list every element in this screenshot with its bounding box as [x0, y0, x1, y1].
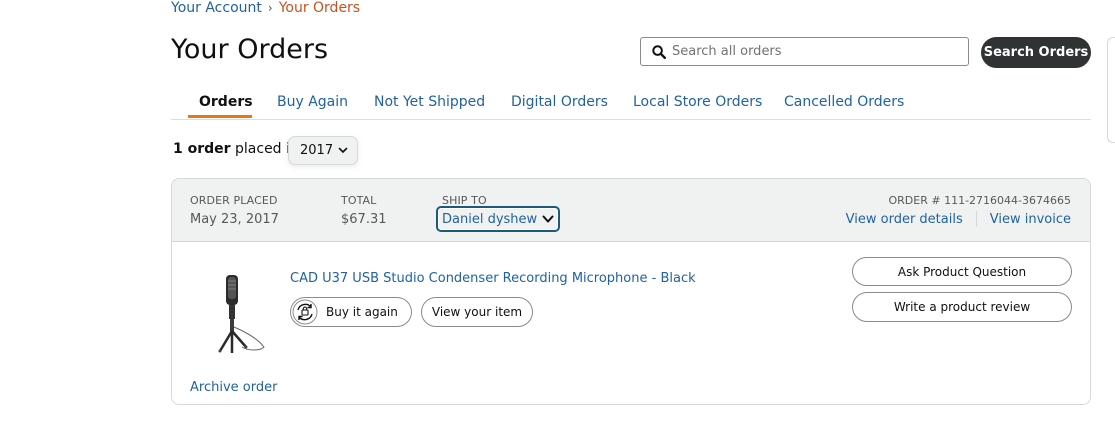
search-icon — [652, 44, 666, 59]
ship-to-name: Daniel dyshew — [442, 211, 538, 227]
view-order-details-link[interactable]: View order details — [846, 212, 963, 227]
order-total-value: $67.31 — [341, 212, 387, 227]
chevron-down-icon — [338, 145, 348, 155]
order-count: 1 order — [173, 141, 231, 157]
buy-again-icon — [292, 299, 318, 325]
ask-product-question-button[interactable]: Ask Product Question — [852, 257, 1072, 286]
order-placed-label: Order placed — [190, 194, 278, 207]
year-filter-value: 2017 — [300, 143, 334, 158]
order-number: Order # 111-2716044-3674665 — [888, 194, 1072, 207]
chevron-down-icon — [542, 213, 554, 225]
order-placed-date: May 23, 2017 — [190, 212, 279, 227]
tab-buy-again[interactable]: Buy Again — [277, 94, 348, 110]
ship-to-popover-trigger[interactable]: Daniel dyshew — [436, 206, 561, 232]
search-box[interactable] — [640, 37, 969, 66]
active-tab-indicator — [188, 115, 252, 118]
product-image[interactable] — [198, 267, 270, 357]
tab-digital-orders[interactable]: Digital Orders — [511, 94, 608, 110]
search-input[interactable] — [672, 44, 968, 59]
breadcrumb: Your Account › Your Orders — [171, 0, 360, 16]
order-header-links: View order details View invoice — [846, 211, 1071, 227]
order-count-text: 1 order placed in — [173, 141, 299, 157]
write-product-review-button[interactable]: Write a product review — [852, 292, 1072, 322]
product-title-link[interactable]: CAD U37 USB Studio Condenser Recording M… — [290, 271, 696, 286]
buy-it-again-label: Buy it again — [326, 305, 398, 319]
tab-local-store-orders[interactable]: Local Store Orders — [633, 94, 762, 110]
tab-orders[interactable]: Orders — [199, 94, 253, 110]
tab-not-yet-shipped[interactable]: Not Yet Shipped — [374, 94, 485, 110]
tab-cancelled-orders[interactable]: Cancelled Orders — [784, 94, 904, 110]
order-card: Order placed May 23, 2017 Total $67.31 S… — [171, 178, 1091, 405]
breadcrumb-your-orders[interactable]: Your Orders — [279, 0, 360, 16]
order-tabs: Orders Buy Again Not Yet Shipped Digital… — [171, 84, 1091, 120]
breadcrumb-separator: › — [267, 1, 273, 15]
view-invoice-link[interactable]: View invoice — [990, 212, 1071, 227]
link-divider — [975, 211, 977, 227]
buy-it-again-button[interactable]: Buy it again — [290, 297, 412, 327]
archive-order-link[interactable]: Archive order — [190, 380, 277, 395]
view-your-item-button[interactable]: View your item — [421, 297, 533, 327]
scrollbar[interactable] — [1107, 37, 1115, 143]
search-orders-button[interactable]: Search Orders — [981, 37, 1091, 68]
page-title: Your Orders — [171, 34, 329, 65]
order-total-label: Total — [341, 194, 377, 207]
order-header: Order placed May 23, 2017 Total $67.31 S… — [172, 179, 1090, 242]
breadcrumb-your-account[interactable]: Your Account — [171, 0, 262, 16]
year-filter-dropdown[interactable]: 2017 — [288, 136, 358, 165]
